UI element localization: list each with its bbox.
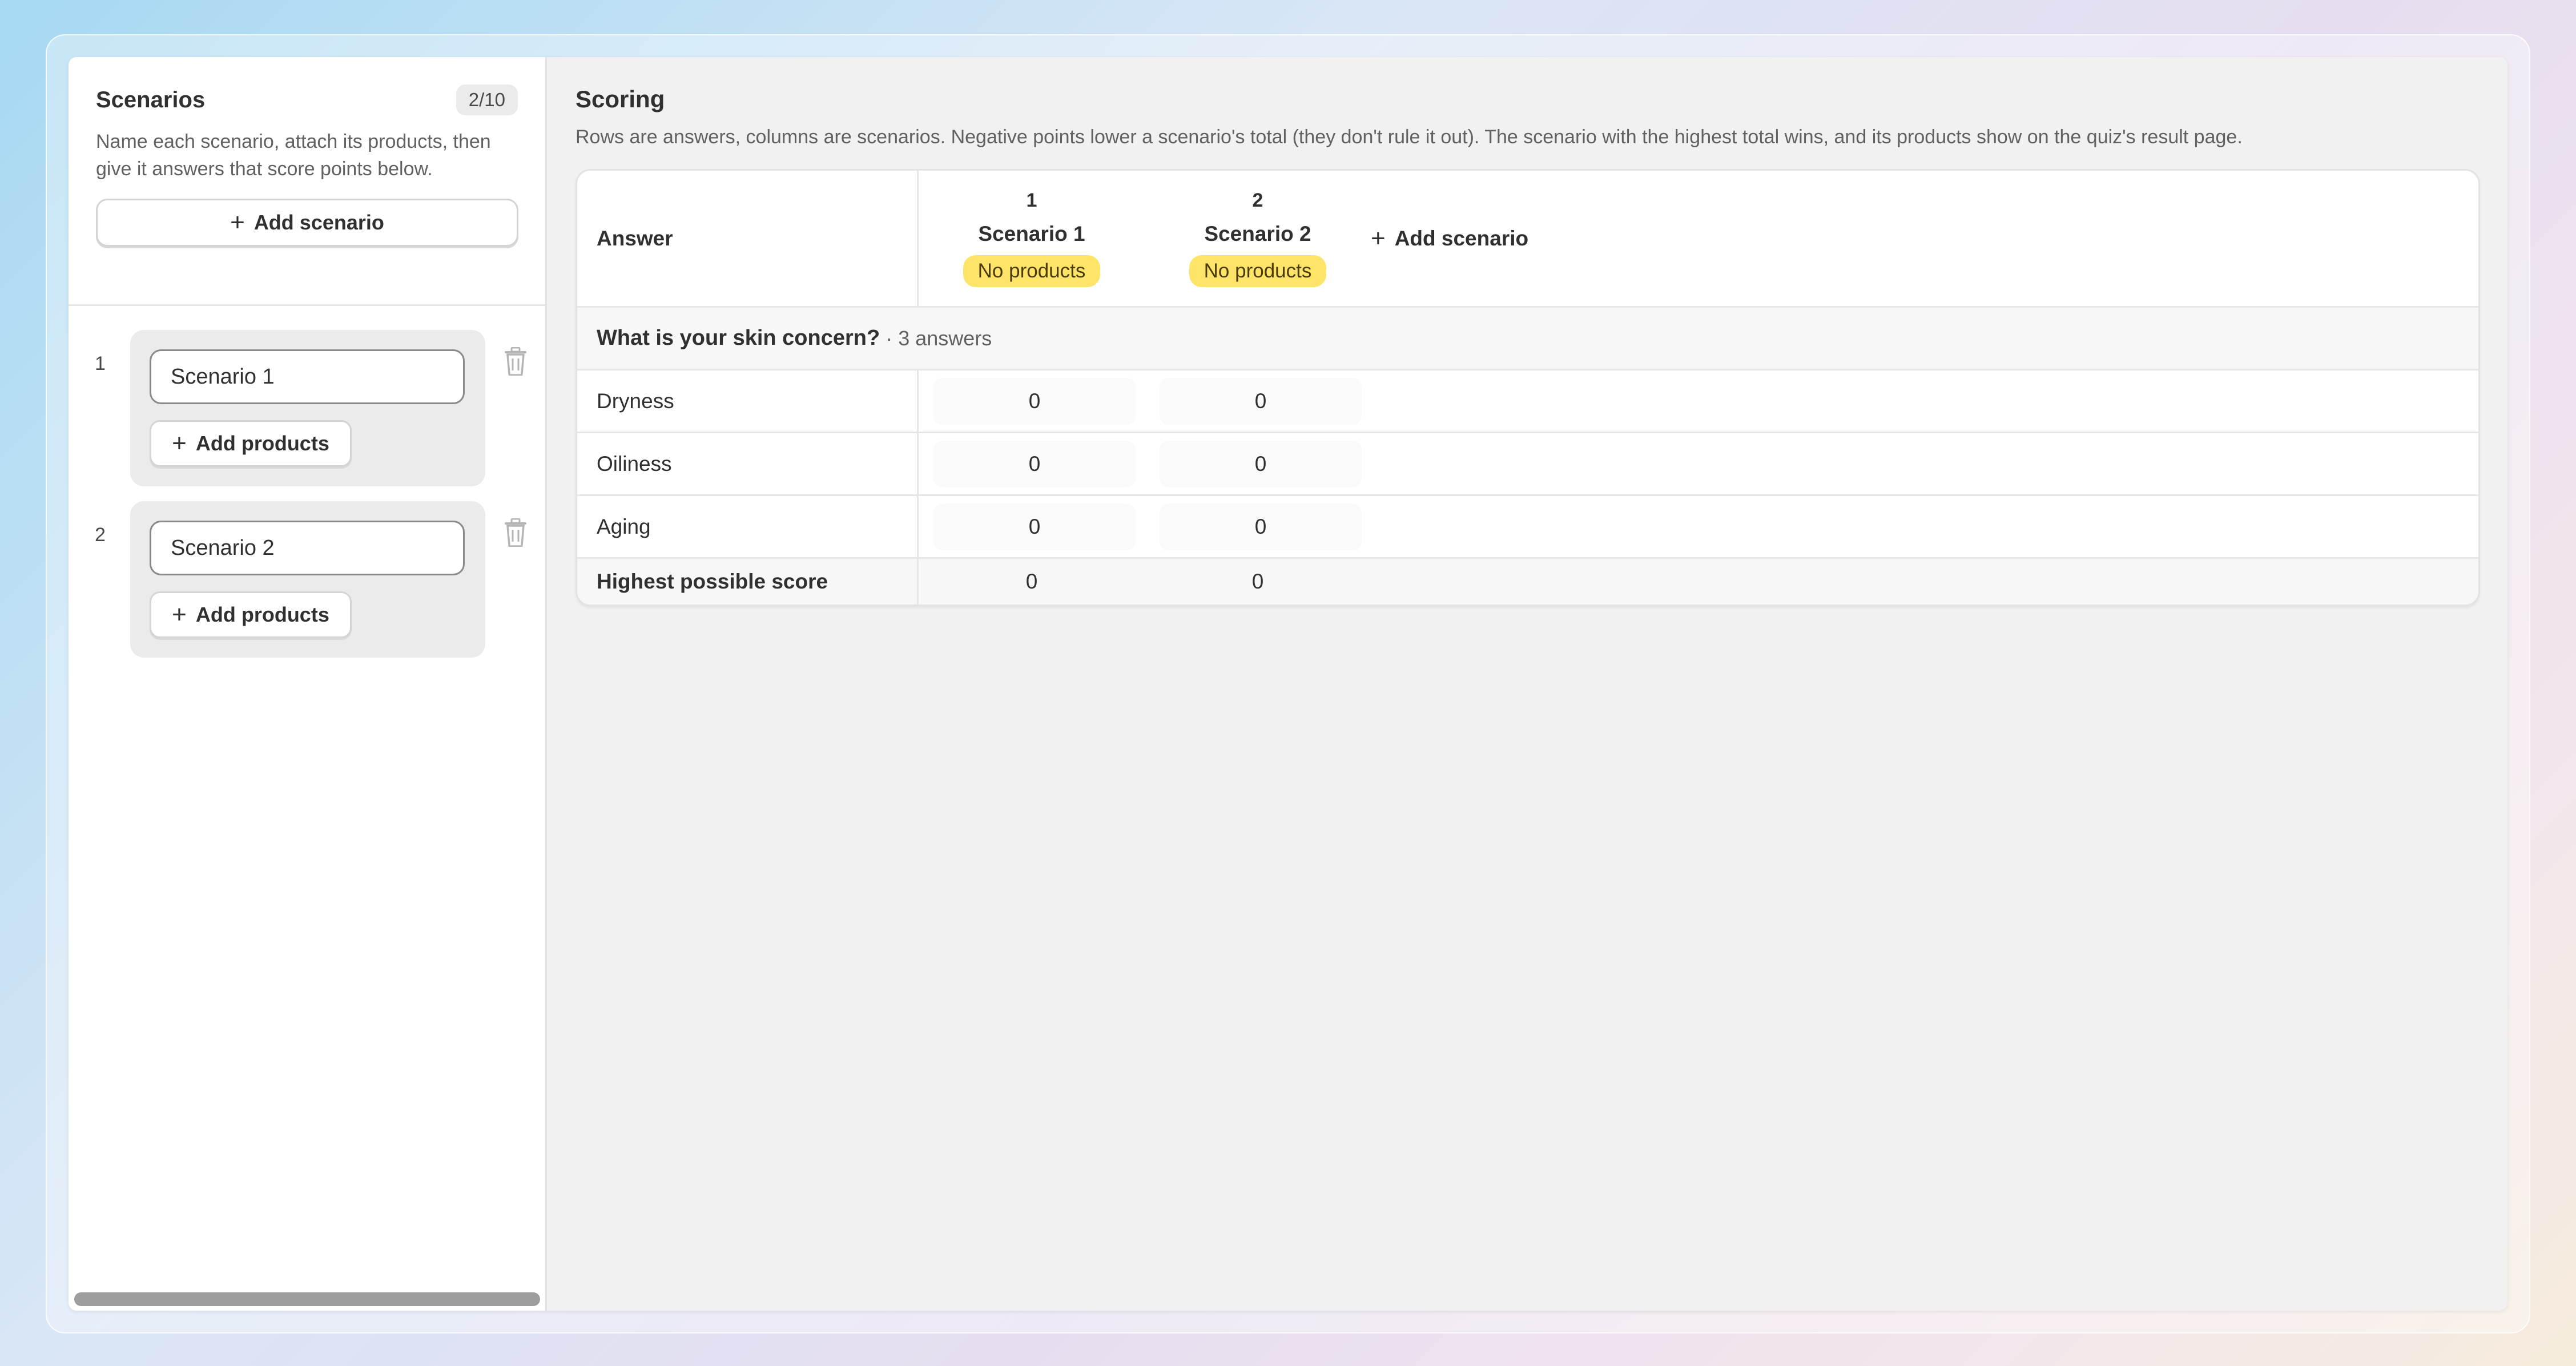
- add-scenario-column-button[interactable]: + Add scenario: [1371, 224, 1529, 252]
- score-input[interactable]: 0: [1160, 440, 1362, 487]
- add-products-button[interactable]: + Add products: [150, 420, 352, 467]
- no-products-badge: No products: [963, 255, 1101, 287]
- scenario-item: 1 + Add products: [69, 330, 545, 501]
- scenario-name-input[interactable]: [150, 349, 465, 404]
- answer-column-header: Answer: [577, 171, 919, 306]
- answer-label: Oiliness: [577, 433, 919, 494]
- scenario-name-input[interactable]: [150, 521, 465, 575]
- score-input[interactable]: 0: [933, 440, 1136, 487]
- sidebar-title: Scenarios: [96, 87, 206, 112]
- question-group-row: What is your skin concern? · 3 answers: [577, 308, 2478, 370]
- no-products-badge: No products: [1189, 255, 1327, 287]
- page-title: Scoring: [575, 86, 665, 112]
- score-input[interactable]: 0: [933, 503, 1136, 550]
- answer-label: Aging: [577, 496, 919, 557]
- scenario-list: 1 + Add products 2: [69, 306, 545, 672]
- score-input[interactable]: 0: [1160, 377, 1362, 425]
- scenario-item: 2 + Add products: [69, 501, 545, 672]
- add-products-label: Add products: [195, 432, 329, 455]
- table-row: Aging 0 0: [577, 496, 2478, 559]
- add-products-button[interactable]: + Add products: [150, 591, 352, 638]
- scenario-column-header: 1 Scenario 1 No products: [919, 190, 1145, 287]
- scenario-column-header: 2 Scenario 2 No products: [1145, 190, 1371, 287]
- scoring-table: Answer 1 Scenario 1 No products 2 Scenar…: [575, 169, 2480, 606]
- scenario-card: + Add products: [130, 330, 485, 486]
- add-scenario-button[interactable]: + Add scenario: [96, 199, 518, 247]
- trash-icon[interactable]: [504, 347, 528, 376]
- scoring-panel: Scoring Rows are answers, columns are sc…: [547, 57, 2507, 1311]
- highest-score-value: 0: [1251, 570, 1264, 593]
- highest-score-row: Highest possible score 0 0: [577, 559, 2478, 605]
- horizontal-scrollbar[interactable]: [74, 1292, 540, 1306]
- highest-score-value: 0: [1025, 570, 1038, 593]
- add-scenario-label: Add scenario: [253, 211, 384, 234]
- answer-count: · 3 answers: [886, 326, 992, 350]
- trash-icon[interactable]: [504, 518, 528, 547]
- scenario-column-number: 2: [1252, 190, 1263, 211]
- app-window: Scenarios 2/10 Name each scenario, attac…: [69, 57, 2507, 1311]
- plus-icon: +: [230, 208, 245, 236]
- sidebar-header: Scenarios 2/10 Name each scenario, attac…: [69, 57, 545, 306]
- plus-icon: +: [172, 429, 187, 457]
- table-header-row: Answer 1 Scenario 1 No products 2 Scenar…: [577, 171, 2478, 308]
- scoring-description: Rows are answers, columns are scenarios.…: [575, 126, 2243, 148]
- scenario-card: + Add products: [130, 501, 485, 658]
- score-input[interactable]: 0: [933, 377, 1136, 425]
- score-input[interactable]: 0: [1160, 503, 1362, 550]
- scenario-count-badge: 2/10: [456, 84, 518, 115]
- scenario-column-number: 1: [1026, 190, 1037, 211]
- table-row: Dryness 0 0: [577, 370, 2478, 433]
- highest-score-label: Highest possible score: [577, 559, 919, 605]
- plus-icon: +: [172, 601, 187, 628]
- add-scenario-column-label: Add scenario: [1394, 226, 1529, 250]
- scenarios-sidebar: Scenarios 2/10 Name each scenario, attac…: [69, 57, 547, 1311]
- scenario-column-name: Scenario 1: [978, 222, 1085, 245]
- table-row: Oiliness 0 0: [577, 433, 2478, 496]
- scenario-number: 1: [95, 353, 106, 374]
- scenario-column-name: Scenario 2: [1204, 222, 1311, 245]
- plus-icon: +: [1371, 224, 1386, 252]
- question-title: What is your skin concern?: [597, 326, 880, 350]
- answer-label: Dryness: [577, 370, 919, 432]
- add-products-label: Add products: [195, 603, 329, 626]
- sidebar-description: Name each scenario, attach its products,…: [96, 131, 491, 180]
- scenario-number: 2: [95, 524, 106, 546]
